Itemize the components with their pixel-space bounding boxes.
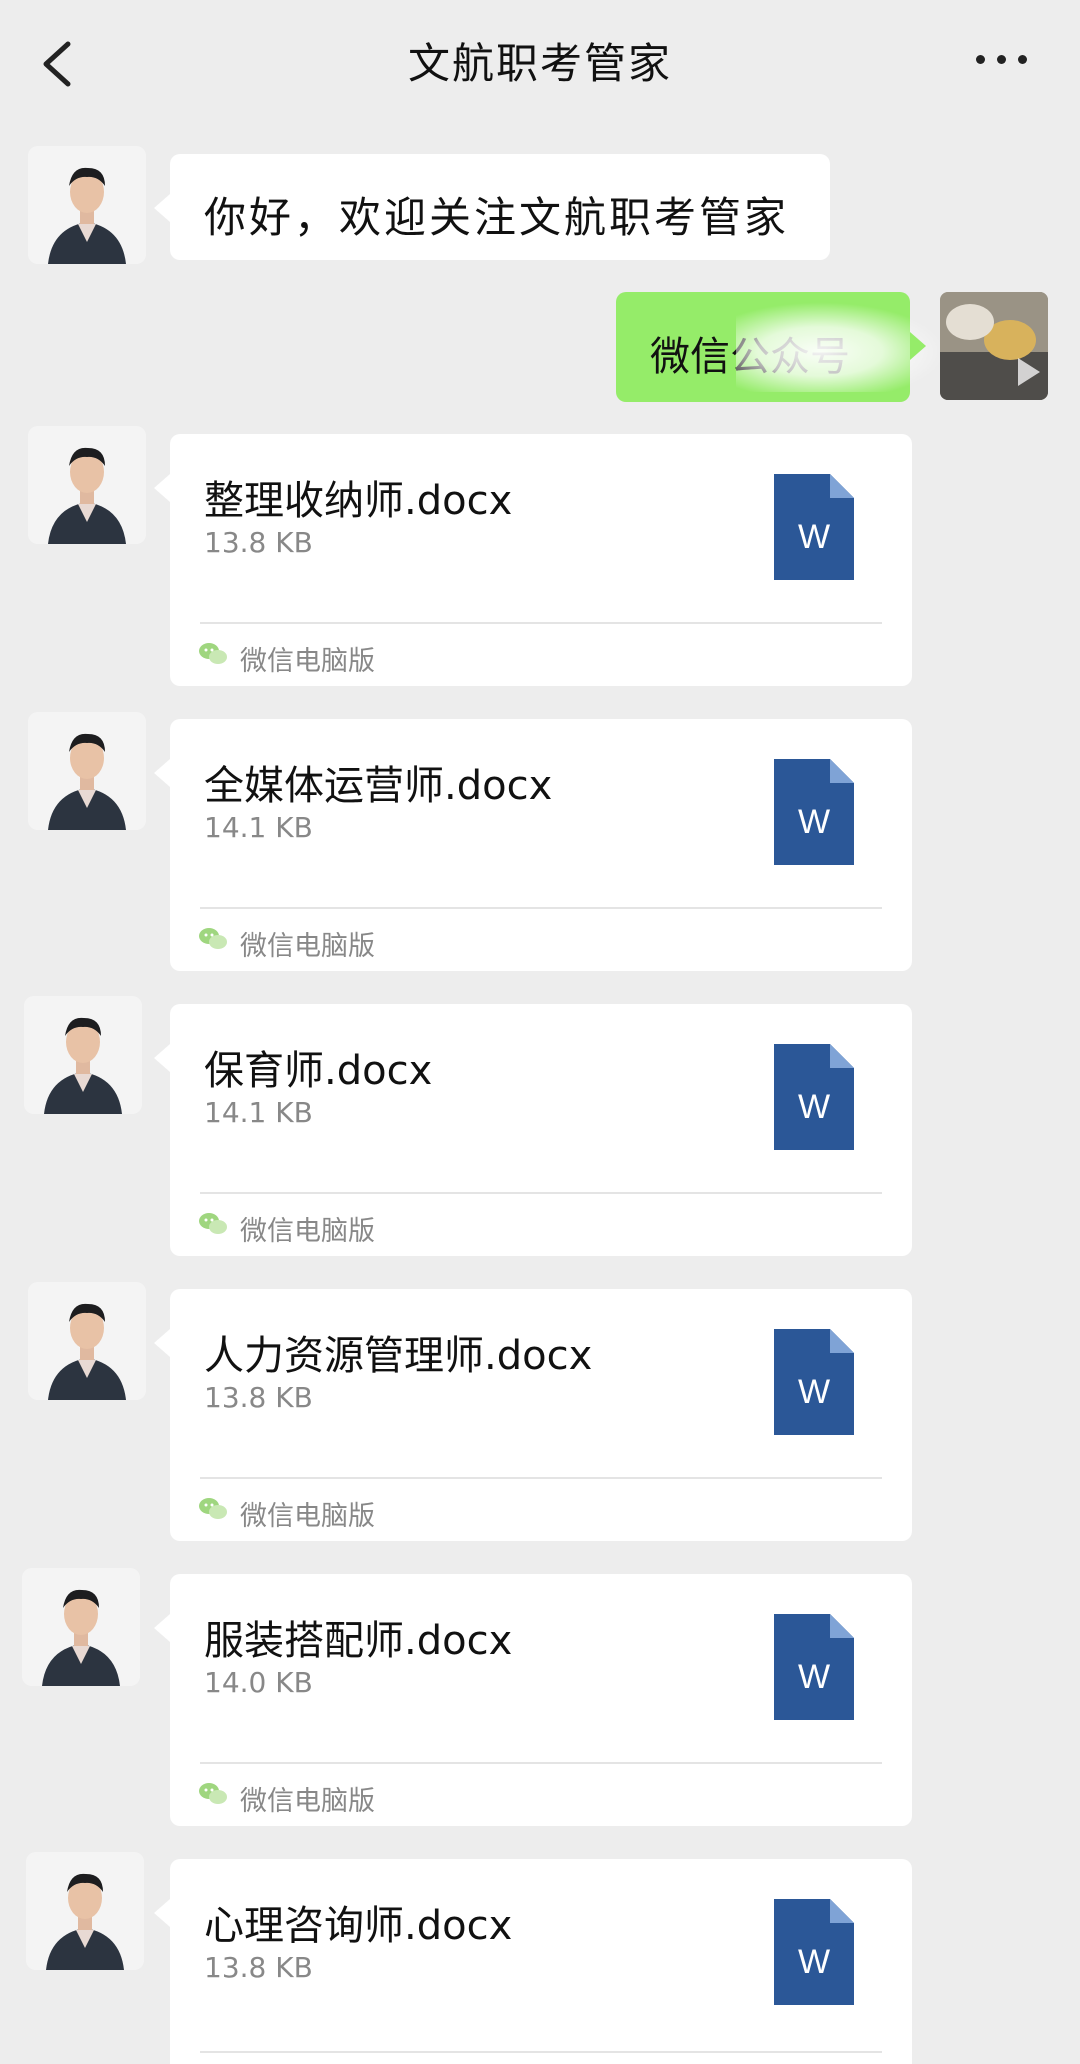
source-text: 微信电脑版 <box>240 646 375 677</box>
wechat-icon <box>199 1498 227 1519</box>
file-card[interactable]: 全媒体运营师.docx 14.1 KB W 微信电脑版 <box>154 719 912 971</box>
word-document-icon: W <box>774 474 854 580</box>
file-name: 整理收纳师.docx <box>204 478 513 524</box>
svg-text:W: W <box>798 1943 830 1981</box>
file-size: 14.1 KB <box>204 811 313 844</box>
greeting-text: 你好，欢迎关注文航职考管家 <box>204 193 790 242</box>
avatar[interactable] <box>28 1282 146 1400</box>
source-text: 微信电脑版 <box>240 1216 375 1247</box>
word-document-icon: W <box>774 1329 854 1435</box>
file-size: 13.8 KB <box>204 526 313 559</box>
source-text: 微信电脑版 <box>240 1501 375 1532</box>
word-document-icon: W <box>774 759 854 865</box>
avatar[interactable] <box>26 1852 144 1970</box>
file-name: 人力资源管理师.docx <box>204 1333 593 1379</box>
chat-header: 文航职考管家 <box>0 0 1080 124</box>
source-text: 微信电脑版 <box>240 931 375 962</box>
word-document-icon: W <box>774 1614 854 1720</box>
file-card[interactable]: 保育师.docx 14.1 KB W 微信电脑版 <box>154 1004 912 1256</box>
file-name: 服装搭配师.docx <box>204 1618 513 1664</box>
chat-title: 文航职考管家 <box>407 39 672 88</box>
avatar[interactable] <box>24 996 142 1114</box>
card-divider <box>200 2051 882 2053</box>
file-card[interactable]: 心理咨询师.docx 13.8 KB W <box>154 1859 912 2064</box>
file-size: 14.1 KB <box>204 1096 313 1129</box>
card-divider <box>200 1477 882 1479</box>
card-divider <box>200 622 882 624</box>
card-divider <box>200 907 882 909</box>
file-card[interactable]: 服装搭配师.docx 14.0 KB W 微信电脑版 <box>154 1574 912 1826</box>
source-text: 微信电脑版 <box>240 1786 375 1817</box>
word-document-icon: W <box>774 1899 854 2005</box>
more-button[interactable] <box>974 52 1030 68</box>
card-divider <box>200 1192 882 1194</box>
more-dots-icon <box>976 55 985 64</box>
file-name: 保育师.docx <box>204 1048 433 1094</box>
file-name: 心理咨询师.docx <box>204 1903 513 1949</box>
wechat-icon <box>199 643 227 664</box>
avatar[interactable] <box>22 1568 140 1686</box>
svg-text:W: W <box>798 518 830 556</box>
wechat-icon <box>199 928 227 949</box>
file-size: 14.0 KB <box>204 1666 313 1699</box>
svg-text:W: W <box>798 1658 830 1696</box>
avatar[interactable] <box>28 426 146 544</box>
word-document-icon: W <box>774 1044 854 1150</box>
cloud-overlay <box>736 302 946 392</box>
avatar[interactable] <box>28 146 146 264</box>
avatar[interactable] <box>28 712 146 830</box>
file-name: 全媒体运营师.docx <box>204 763 553 809</box>
svg-text:W: W <box>798 1088 830 1126</box>
my-avatar[interactable] <box>940 292 1048 400</box>
card-divider <box>200 1762 882 1764</box>
file-card[interactable]: 整理收纳师.docx 13.8 KB W 微信电脑版 <box>154 434 912 686</box>
file-card[interactable]: 人力资源管理师.docx 13.8 KB W 微信电脑版 <box>154 1289 912 1541</box>
outgoing-bubble[interactable]: 微信公众号 <box>616 292 946 402</box>
svg-text:W: W <box>798 803 830 841</box>
wechat-icon <box>199 1213 227 1234</box>
wechat-icon <box>199 1783 227 1804</box>
file-size: 13.8 KB <box>204 1951 313 1984</box>
greeting-bubble[interactable]: 你好，欢迎关注文航职考管家 <box>154 154 830 260</box>
svg-text:W: W <box>798 1373 830 1411</box>
file-size: 13.8 KB <box>204 1381 313 1414</box>
